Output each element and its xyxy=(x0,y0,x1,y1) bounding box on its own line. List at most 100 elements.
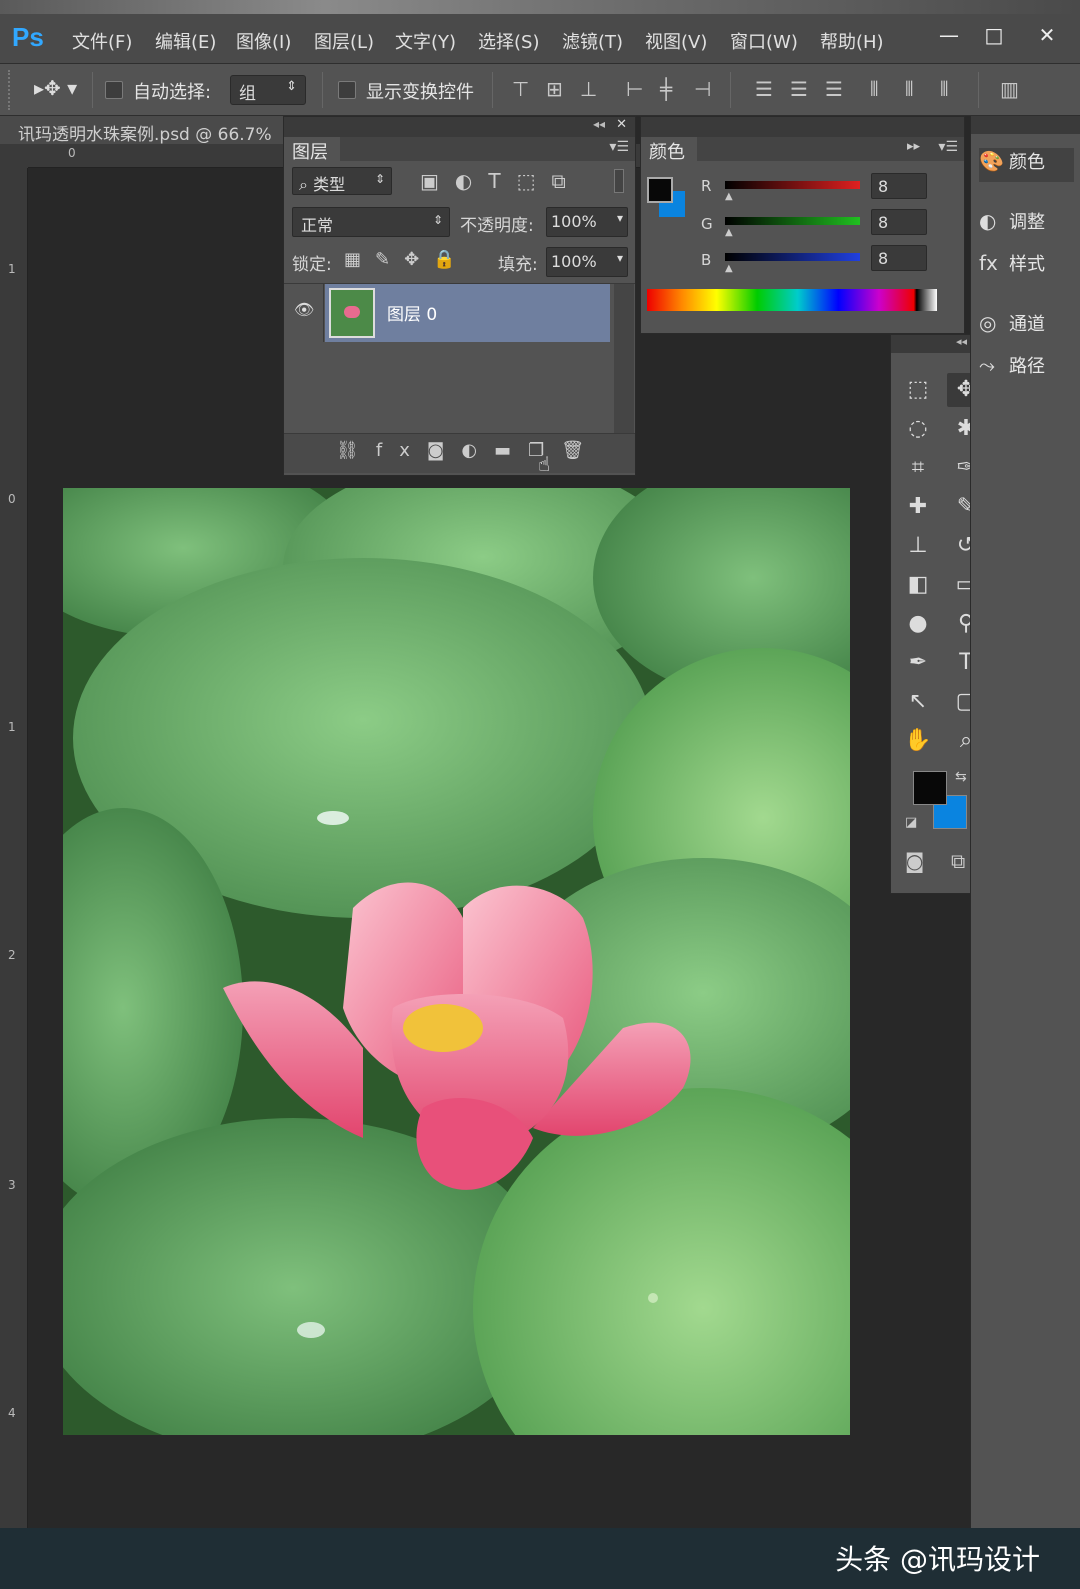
default-colors-icon[interactable]: ◪ xyxy=(905,815,917,830)
filter-type-icon[interactable]: T xyxy=(488,169,516,193)
blur-icon[interactable]: ● xyxy=(899,607,937,641)
crop-icon[interactable]: ⌗ xyxy=(899,451,937,485)
move-tool-preset-icon[interactable]: ▸✥ ▾ xyxy=(34,76,77,100)
close-button[interactable]: ✕ xyxy=(1028,20,1066,50)
lock-pixels-icon[interactable]: ✎ xyxy=(375,249,404,270)
align-bottom-icon[interactable]: ⊥ xyxy=(580,77,597,101)
align-vcenter-icon[interactable]: ⊞ xyxy=(546,77,563,101)
red-input[interactable]: 8 xyxy=(871,173,927,199)
menu-select[interactable]: 选择(S) xyxy=(478,28,539,54)
dock-header xyxy=(971,116,1080,134)
align-hcenter-icon[interactable]: ╪ xyxy=(660,77,672,101)
filter-pixel-icon[interactable]: ▣ xyxy=(420,169,455,193)
panel-header: ◂◂ ✕ xyxy=(284,117,635,137)
fill-input[interactable]: 100% ▾ xyxy=(546,247,628,277)
align-top-icon[interactable]: ⊤ xyxy=(512,77,529,101)
collapse-icon[interactable]: ◂◂ xyxy=(956,335,967,348)
distribute-hcenter-icon[interactable]: ⫴ xyxy=(905,77,913,101)
auto-select-dropdown[interactable]: 组 ⇕ xyxy=(230,75,306,105)
color-ramp[interactable] xyxy=(647,289,937,311)
distribute-top-icon[interactable]: ☰ xyxy=(755,77,773,101)
trash-icon[interactable]: 🗑 xyxy=(561,440,601,461)
menu-file[interactable]: 文件(F) xyxy=(72,28,132,54)
align-right-icon[interactable]: ⊣ xyxy=(694,77,711,101)
menu-image[interactable]: 图像(I) xyxy=(236,28,291,54)
dock-adjustments[interactable]: ◐ 调整 xyxy=(979,208,1074,242)
document-tab[interactable]: 讯玛透明水珠案例.psd @ 66.7% xyxy=(0,116,283,144)
eraser-icon[interactable]: ◧ xyxy=(899,568,937,602)
menu-edit[interactable]: 编辑(E) xyxy=(155,28,216,54)
tab-layers[interactable]: 图层 xyxy=(284,137,340,163)
link-icon[interactable]: ⛓ xyxy=(336,440,376,461)
green-input[interactable]: 8 xyxy=(871,209,927,235)
panel-menu-icon[interactable]: ▾☰ xyxy=(938,139,958,155)
distribute-left-icon[interactable]: ⫴ xyxy=(870,77,878,101)
slider-handle-icon[interactable]: ▲ xyxy=(725,227,733,238)
panel-menu-icon[interactable]: ▾☰ xyxy=(609,139,629,155)
slider-handle-icon[interactable]: ▲ xyxy=(725,263,733,274)
menu-filter[interactable]: 滤镜(T) xyxy=(562,28,623,54)
pen-icon[interactable]: ✒ xyxy=(899,646,937,680)
dock-color[interactable]: 🎨 颜色 xyxy=(979,148,1074,182)
filter-shape-icon[interactable]: ⬚ xyxy=(517,169,552,193)
auto-select-checkbox[interactable] xyxy=(105,81,123,99)
show-transform-checkbox[interactable] xyxy=(338,81,356,99)
blue-slider[interactable] xyxy=(725,253,860,261)
menu-view[interactable]: 视图(V) xyxy=(645,28,707,54)
lasso-icon[interactable]: ◌ xyxy=(899,412,937,446)
screen-mode-icon[interactable]: ⧉ xyxy=(951,849,965,873)
align-left-icon[interactable]: ⊢ xyxy=(626,77,643,101)
collapse-icon[interactable]: ◂◂ xyxy=(593,117,605,131)
mask-icon[interactable]: ◙ xyxy=(427,440,461,461)
auto-align-icon[interactable]: ▥ xyxy=(1000,77,1019,101)
green-slider[interactable] xyxy=(725,217,860,225)
adjustment-layer-icon[interactable]: ◐ xyxy=(461,440,494,461)
dock-styles[interactable]: fx 样式 xyxy=(979,250,1074,284)
tab-color[interactable]: 颜色 xyxy=(641,137,697,163)
dock-channels[interactable]: ◎ 通道 xyxy=(979,310,1074,344)
foreground-color[interactable] xyxy=(913,771,947,805)
healing-icon[interactable]: ✚ xyxy=(899,490,937,524)
lotus-photo[interactable] xyxy=(63,488,850,1435)
cursor-hand-icon: ☝ xyxy=(538,452,551,476)
eye-icon[interactable]: 👁 xyxy=(294,300,314,319)
distribute-vcenter-icon[interactable]: ☰ xyxy=(790,77,808,101)
minimize-button[interactable]: — xyxy=(930,20,968,50)
close-panel-icon[interactable]: ✕ xyxy=(616,117,627,132)
marquee-icon[interactable]: ⬚ xyxy=(899,373,937,407)
blue-input[interactable]: 8 xyxy=(871,245,927,271)
hand-icon[interactable]: ✋ xyxy=(899,724,937,758)
distribute-bottom-icon[interactable]: ☰ xyxy=(825,77,843,101)
lock-transparency-icon[interactable]: ▦ xyxy=(344,249,375,270)
separator xyxy=(92,72,93,108)
dock-paths[interactable]: ⤳ 路径 xyxy=(979,352,1074,386)
layer-name[interactable]: 图层 0 xyxy=(387,300,437,325)
menu-help[interactable]: 帮助(H) xyxy=(820,28,884,54)
restore-button[interactable]: □ xyxy=(975,20,1013,50)
lock-position-icon[interactable]: ✥ xyxy=(404,249,433,270)
folder-icon[interactable]: ▬ xyxy=(494,440,528,461)
expand-icon[interactable]: ▸▸ xyxy=(907,139,920,154)
distribute-right-icon[interactable]: ⫴ xyxy=(940,77,948,101)
filter-toggle[interactable] xyxy=(614,169,624,193)
filter-type-dropdown[interactable]: ⌕ 类型 ⇕ xyxy=(292,167,392,195)
filter-smart-icon[interactable]: ⧉ xyxy=(551,169,581,193)
scrollbar[interactable] xyxy=(614,284,634,434)
foreground-swatch[interactable] xyxy=(647,177,673,203)
path-select-icon[interactable]: ↖ xyxy=(899,685,937,719)
menu-window[interactable]: 窗口(W) xyxy=(730,28,798,54)
layer-row[interactable]: 图层 0 xyxy=(325,284,610,342)
blend-mode-dropdown[interactable]: 正常 ⇕ xyxy=(292,207,450,237)
slider-handle-icon[interactable]: ▲ xyxy=(725,191,733,202)
menu-layer[interactable]: 图层(L) xyxy=(314,28,374,54)
stamp-icon[interactable]: ⊥ xyxy=(899,529,937,563)
opacity-input[interactable]: 100% ▾ xyxy=(546,207,628,237)
fx-icon[interactable]: fx xyxy=(376,440,427,461)
red-slider[interactable] xyxy=(725,181,860,189)
menu-type[interactable]: 文字(Y) xyxy=(395,28,456,54)
layers-panel: ◂◂ ✕ 图层 ▾☰ ⌕ 类型 ⇕ ▣◐T⬚⧉ 正常 ⇕ 不透明度: 100% … xyxy=(283,116,636,476)
lock-all-icon[interactable]: 🔒 xyxy=(433,249,469,270)
filter-adjust-icon[interactable]: ◐ xyxy=(455,169,488,193)
quick-mask-icon[interactable]: ◙ xyxy=(905,849,924,873)
swap-colors-icon[interactable]: ⇆ xyxy=(955,769,967,785)
